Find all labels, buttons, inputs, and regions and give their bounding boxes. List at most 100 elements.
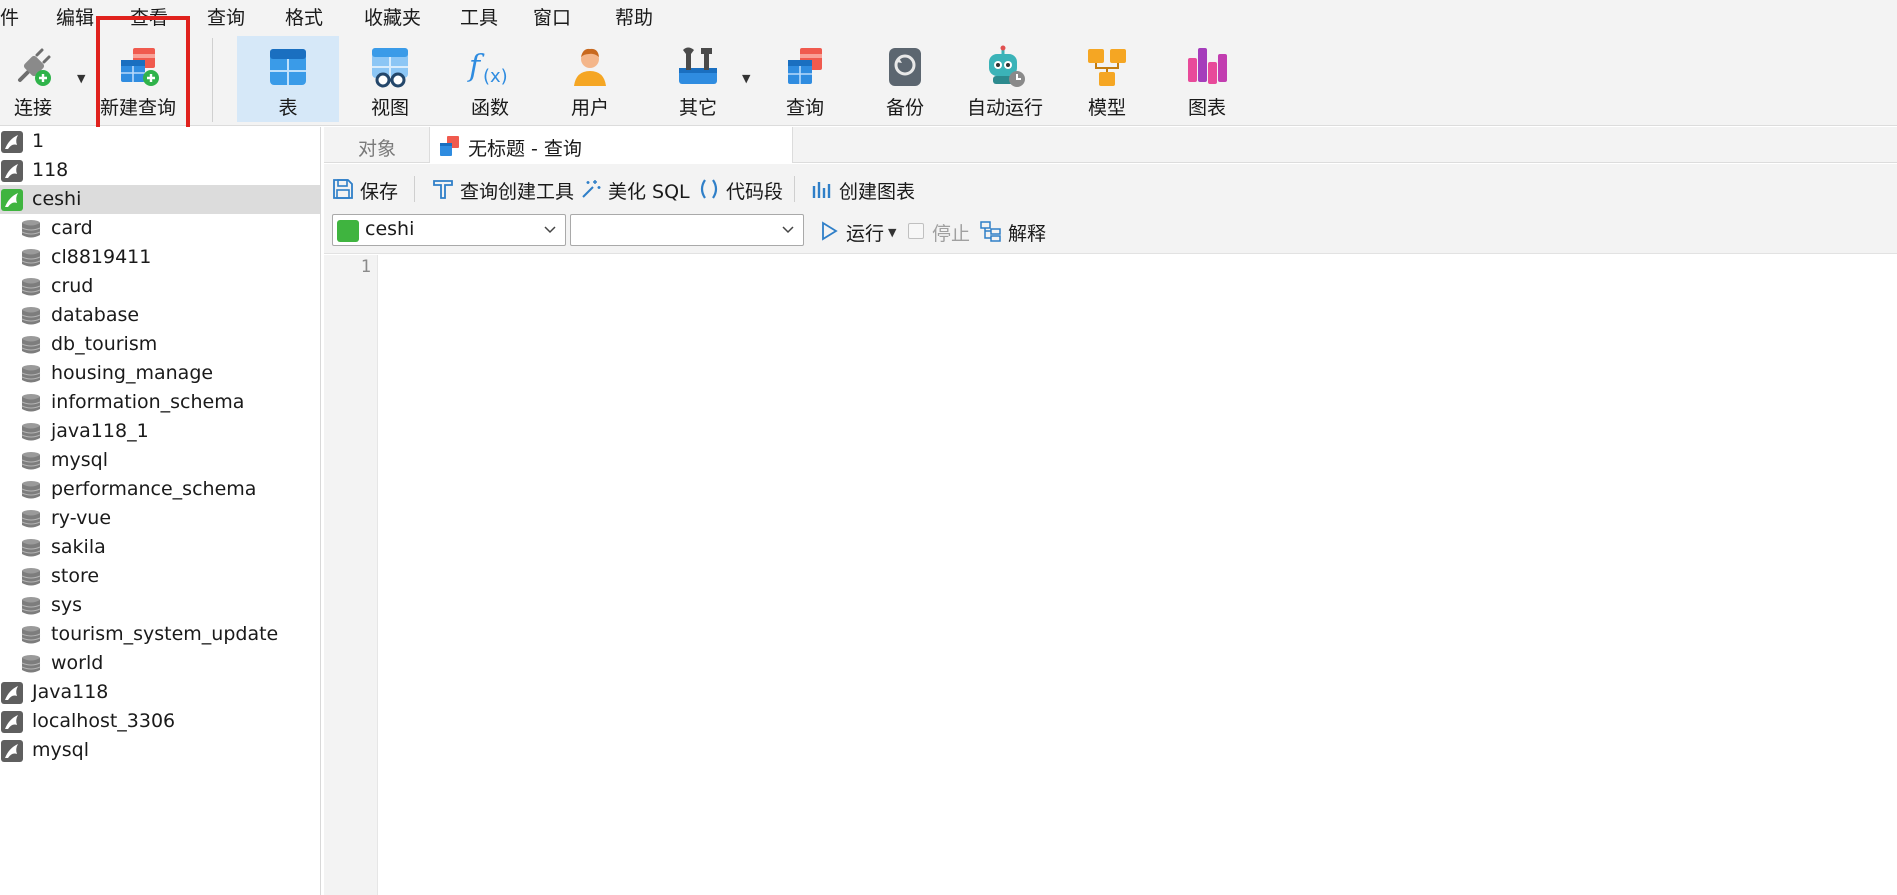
query-tab-icon xyxy=(440,136,459,156)
database-icon xyxy=(20,393,42,413)
database-label: java118_1 xyxy=(51,420,149,442)
other-dropdown-caret-icon[interactable]: ▼ xyxy=(742,72,750,85)
database-item[interactable]: world xyxy=(0,649,320,678)
query-toolbar-separator xyxy=(414,176,415,202)
user-button[interactable]: 用户 xyxy=(550,36,630,122)
tab-untitled-query[interactable]: 无标题 - 查询 xyxy=(429,127,793,163)
highlight-box xyxy=(96,16,190,138)
beautify-sql-label: 美化 SQL xyxy=(608,181,690,203)
database-icon xyxy=(20,654,42,674)
database-item[interactable]: tourism_system_update xyxy=(0,620,320,649)
database-item[interactable]: db_tourism xyxy=(0,330,320,359)
connection-label: localhost_3306 xyxy=(32,710,176,732)
connection-item[interactable]: localhost_3306 xyxy=(0,707,320,736)
menu-tools[interactable]: 工具 xyxy=(460,3,498,30)
database-item[interactable]: information_schema xyxy=(0,388,320,417)
automation-button[interactable]: 自动运行 xyxy=(960,36,1050,122)
main-toolbar: 连接 ▼ 新建查询 表 视图 f (x) 函数 用户 其它 ▼ 查询 备份 自动… xyxy=(0,16,1897,138)
database-label: sakila xyxy=(51,536,106,558)
function-label: 函数 xyxy=(470,97,509,119)
database-select[interactable] xyxy=(570,214,804,246)
plug-icon xyxy=(18,48,51,86)
database-item[interactable]: database xyxy=(0,301,320,330)
database-item[interactable]: sys xyxy=(0,591,320,620)
chevron-down-icon xyxy=(544,226,556,234)
connection-select-value: ceshi xyxy=(365,218,415,240)
tab-bar: 对象 无标题 - 查询 xyxy=(324,127,1897,163)
database-icon xyxy=(20,422,42,442)
view-button[interactable]: 视图 xyxy=(350,36,430,122)
database-icon xyxy=(20,248,42,268)
query-label: 查询 xyxy=(785,97,824,119)
database-icon xyxy=(20,538,42,558)
database-label: db_tourism xyxy=(51,333,158,355)
run-label: 运行 xyxy=(846,223,885,245)
query-icon xyxy=(788,48,822,84)
database-label: sys xyxy=(51,594,83,616)
table-icon xyxy=(270,49,306,85)
connection-tree: 1 118 ceshi card cl8819411 crud database db_tou… xyxy=(0,127,321,895)
menu-query[interactable]: 查询 xyxy=(207,3,245,30)
database-label: world xyxy=(51,652,104,674)
line-number: 1 xyxy=(360,257,371,277)
database-icon xyxy=(20,451,42,471)
database-icon xyxy=(20,509,42,529)
menu-format[interactable]: 格式 xyxy=(285,3,323,30)
connection-item[interactable]: 1 xyxy=(0,127,320,156)
mysql-connection-icon xyxy=(337,220,359,242)
backup-icon xyxy=(889,48,921,86)
database-label: crud xyxy=(51,275,94,297)
table-button[interactable]: 表 xyxy=(237,36,339,122)
connection-item[interactable]: mysql xyxy=(0,736,320,765)
database-item[interactable]: cl8819411 xyxy=(0,243,320,272)
connection-item[interactable]: 118 xyxy=(0,156,320,185)
database-label: mysql xyxy=(51,449,108,471)
other-button[interactable]: 其它 xyxy=(658,36,738,122)
automation-label: 自动运行 xyxy=(966,97,1043,119)
connect-label: 连接 xyxy=(13,97,52,119)
menu-favorites[interactable]: 收藏夹 xyxy=(364,3,421,30)
menu-help[interactable]: 帮助 xyxy=(615,3,653,30)
function-button[interactable]: f (x) 函数 xyxy=(450,36,530,122)
connect-button[interactable]: 连接 xyxy=(0,36,66,122)
backup-label: 备份 xyxy=(885,97,924,119)
database-label: cl8819411 xyxy=(51,246,152,268)
backup-button[interactable]: 备份 xyxy=(865,36,945,122)
database-item[interactable]: housing_manage xyxy=(0,359,320,388)
mysql-connection-icon xyxy=(1,740,23,762)
tab-query-label: 无标题 - 查询 xyxy=(468,138,582,160)
tab-objects[interactable]: 对象 xyxy=(324,127,428,163)
connection-select[interactable]: ceshi xyxy=(332,214,566,246)
database-label: tourism_system_update xyxy=(51,623,279,645)
query-button[interactable]: 查询 xyxy=(765,36,845,122)
play-icon xyxy=(822,221,838,241)
database-item[interactable]: sakila xyxy=(0,533,320,562)
function-icon: f (x) xyxy=(467,49,508,87)
sql-editor[interactable]: 1 xyxy=(324,255,1897,895)
database-item[interactable]: crud xyxy=(0,272,320,301)
menu-file[interactable]: 件 xyxy=(0,3,19,30)
query-toolbar-separator xyxy=(794,176,795,202)
database-item[interactable]: ry-vue xyxy=(0,504,320,533)
database-item[interactable]: mysql xyxy=(0,446,320,475)
database-label: store xyxy=(51,565,100,587)
connect-dropdown-caret-icon[interactable]: ▼ xyxy=(77,72,85,85)
connection-label: mysql xyxy=(32,739,89,761)
run-dropdown-caret-icon[interactable]: ▼ xyxy=(888,226,896,239)
menu-edit[interactable]: 编辑 xyxy=(56,3,94,30)
menu-window[interactable]: 窗口 xyxy=(533,3,571,30)
database-item[interactable]: store xyxy=(0,562,320,591)
database-icon xyxy=(20,306,42,326)
database-item[interactable]: performance_schema xyxy=(0,475,320,504)
connection-item[interactable]: Java118 xyxy=(0,678,320,707)
chart-icon xyxy=(1188,48,1227,84)
stop-checkbox-icon xyxy=(908,223,924,239)
database-item[interactable]: java118_1 xyxy=(0,417,320,446)
parentheses-icon xyxy=(700,179,718,199)
model-button[interactable]: 模型 xyxy=(1067,36,1147,122)
stop-label: 停止 xyxy=(932,223,971,245)
mysql-connection-icon xyxy=(1,682,23,704)
connection-item[interactable]: ceshi xyxy=(0,185,320,214)
chart-button[interactable]: 图表 xyxy=(1167,36,1247,122)
database-item[interactable]: card xyxy=(0,214,320,243)
